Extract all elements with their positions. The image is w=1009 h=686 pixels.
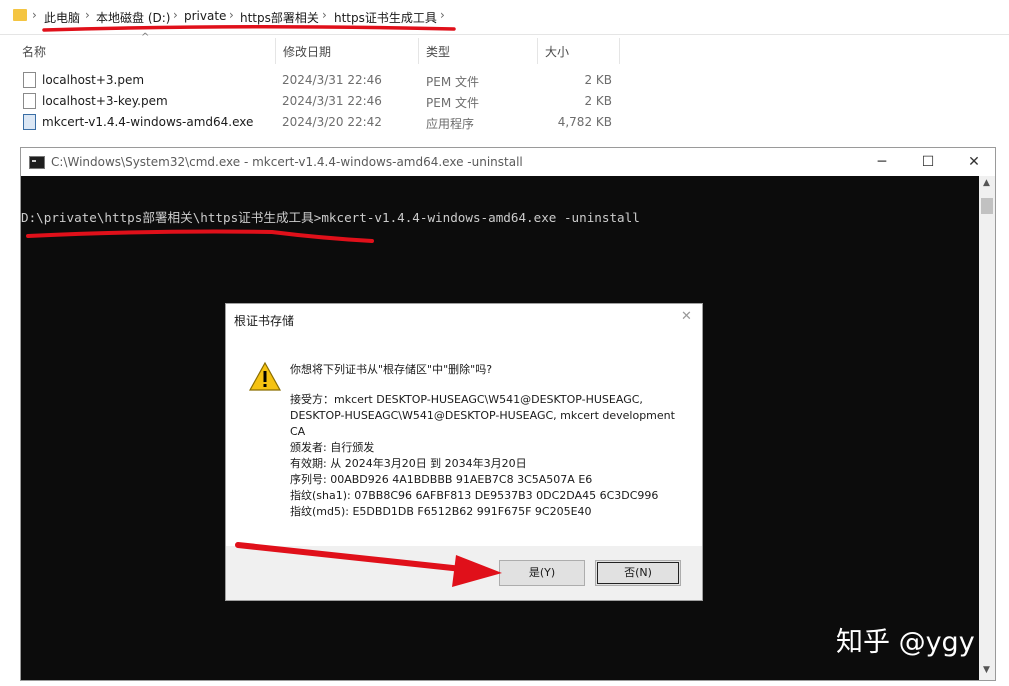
cert-sha1: 指纹(sha1): 07BB8C96 6AFBF813 DE9537B3 0DC… — [290, 489, 659, 502]
cert-issuer: 颁发者: 自行颁发 — [290, 441, 375, 454]
cmd-icon — [29, 156, 45, 169]
minimize-button[interactable]: ─ — [859, 148, 905, 176]
chevron-right-icon: › — [173, 8, 178, 22]
cert-subject-cont: DESKTOP-HUSEAGC\W541@DESKTOP-HUSEAGC, mk… — [290, 409, 675, 422]
chevron-right-icon: › — [85, 8, 90, 22]
file-modified: 2024/3/31 22:46 — [282, 73, 382, 87]
file-type: PEM 文件 — [426, 96, 479, 110]
column-header-type[interactable]: 类型 — [426, 43, 450, 60]
cert-md5: 指纹(md5): E5DBD1DB F6512B62 991F675F 9C20… — [290, 505, 592, 518]
file-type: 应用程序 — [426, 117, 475, 131]
cert-subject: 接受方：mkcert DESKTOP-HUSEAGC\W541@DESKTOP-… — [290, 393, 643, 406]
file-name: mkcert-v1.4.4-windows-amd64.exe — [42, 115, 254, 129]
file-size: 4,782 KB — [557, 115, 612, 129]
dialog-message: 你想将下列证书从"根存储区"中"删除"吗? 接受方：mkcert DESKTOP… — [290, 362, 680, 520]
chevron-right-icon: › — [229, 8, 234, 22]
file-icon — [23, 93, 36, 109]
breadcrumb-item[interactable]: private — [184, 9, 226, 23]
cmd-title: C:\Windows\System32\cmd.exe - mkcert-v1.… — [51, 155, 523, 169]
column-divider[interactable] — [418, 38, 419, 64]
application-icon — [23, 114, 36, 130]
scroll-up-icon[interactable]: ▲ — [983, 178, 990, 188]
chevron-right-icon: › — [32, 8, 37, 22]
chevron-right-icon: › — [322, 8, 327, 22]
warning-icon — [248, 361, 282, 391]
cert-subject-cont: CA — [290, 425, 306, 438]
close-icon[interactable]: ✕ — [681, 309, 692, 324]
chevron-right-icon: › — [440, 8, 445, 22]
column-divider[interactable] — [537, 38, 538, 64]
column-divider[interactable] — [619, 38, 620, 64]
cert-serial: 序列号: 00ABD926 4A1BDBBB 91AEB7C8 3C5A507A… — [290, 473, 593, 486]
file-icon — [23, 72, 36, 88]
dialog-title: 根证书存储 — [234, 314, 295, 328]
file-size: 2 KB — [584, 94, 612, 108]
watermark: 知乎 @ygy — [836, 627, 975, 658]
vertical-scrollbar[interactable]: ▲ ▼ — [979, 176, 995, 680]
cmd-titlebar[interactable]: C:\Windows\System32\cmd.exe - mkcert-v1.… — [21, 148, 995, 176]
no-button[interactable]: 否(N) — [595, 560, 681, 586]
column-divider[interactable] — [275, 38, 276, 64]
command-line: D:\private\https部署相关\https证书生成工具>mkcert-… — [21, 210, 640, 225]
red-underline-annotation — [26, 229, 374, 243]
folder-icon — [13, 9, 27, 21]
file-row[interactable]: localhost+3-key.pem 2024/3/31 22:46 PEM … — [20, 91, 620, 112]
column-header-name[interactable]: 名称 — [22, 43, 46, 60]
file-row[interactable]: localhost+3.pem 2024/3/31 22:46 PEM 文件 2… — [20, 70, 620, 91]
maximize-button[interactable]: ☐ — [905, 148, 951, 176]
cert-validity: 有效期: 从 2024年3月20日 到 2034年3月20日 — [290, 457, 527, 470]
file-name: localhost+3-key.pem — [42, 94, 168, 108]
red-underline-annotation — [42, 24, 456, 32]
close-button[interactable]: ✕ — [951, 148, 997, 176]
file-row[interactable]: mkcert-v1.4.4-windows-amd64.exe 2024/3/2… — [20, 112, 620, 133]
file-name: localhost+3.pem — [42, 73, 145, 87]
yes-button[interactable]: 是(Y) — [499, 560, 585, 586]
column-header-size[interactable]: 大小 — [545, 43, 569, 60]
file-size: 2 KB — [584, 73, 612, 87]
sort-ascending-icon: ^ — [141, 32, 150, 43]
file-modified: 2024/3/20 22:42 — [282, 115, 382, 129]
scroll-down-icon[interactable]: ▼ — [983, 665, 990, 675]
red-arrow-annotation — [235, 542, 502, 587]
dialog-question: 你想将下列证书从"根存储区"中"删除"吗? — [290, 363, 493, 376]
file-type: PEM 文件 — [426, 75, 479, 89]
column-header-modified[interactable]: 修改日期 — [283, 43, 331, 60]
scrollbar-thumb[interactable] — [981, 198, 993, 214]
file-modified: 2024/3/31 22:46 — [282, 94, 382, 108]
